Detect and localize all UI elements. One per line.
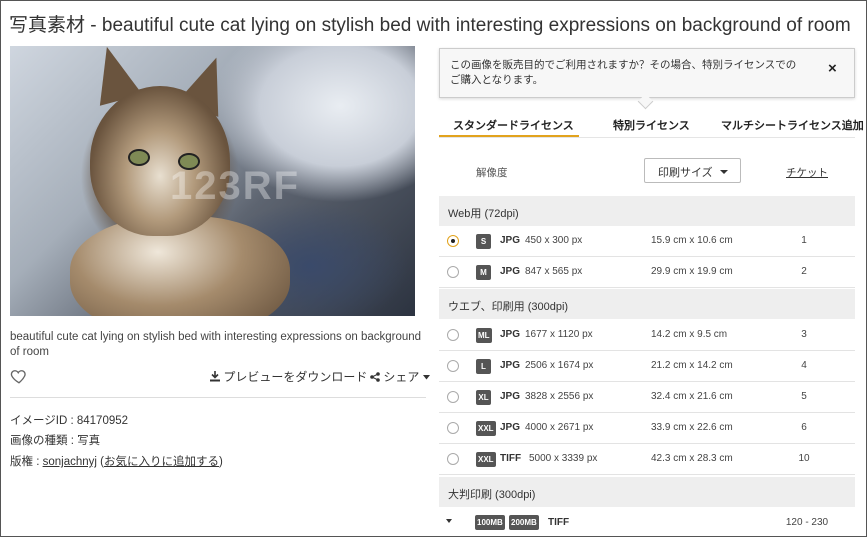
favorite-close-paren: ) xyxy=(218,456,223,468)
size-badge: L xyxy=(476,359,491,374)
format-label: TIFF xyxy=(548,517,570,528)
credits-value: 3 xyxy=(801,329,807,340)
size-badge: M xyxy=(476,265,491,280)
credits-value: 10 xyxy=(798,453,810,464)
group-web-print: ウエブ、印刷用 (300dpi) xyxy=(439,289,855,319)
print-size: 14.2 cm x 9.5 cm xyxy=(651,329,728,340)
print-size-select[interactable]: 印刷サイズ xyxy=(644,158,741,183)
print-size: 42.3 cm x 28.3 cm xyxy=(651,453,733,464)
print-size-value: 印刷サイズ xyxy=(658,167,713,179)
tab-standard-license[interactable]: スタンダードライセンス xyxy=(453,117,574,133)
size-badge: 100MB xyxy=(475,515,505,530)
format-label: JPG xyxy=(500,235,521,246)
size-badge: ML xyxy=(476,328,492,343)
ticket-link[interactable]: チケット xyxy=(786,165,828,180)
share-icon xyxy=(370,372,380,382)
size-radio[interactable] xyxy=(447,422,459,434)
tab-special-license[interactable]: 特別ライセンス xyxy=(613,117,690,133)
size-option-row[interactable]: M JPG 847 x 565 px 29.9 cm x 19.9 cm 2 xyxy=(439,257,855,288)
close-icon[interactable]: × xyxy=(828,60,837,77)
tab-multiseat-license[interactable]: マルチシートライセンス追加 xyxy=(721,117,864,133)
large-print-row[interactable]: 100MB 200MB TIFF 120 - 230 xyxy=(439,509,855,535)
rights-line: 版権 : sonjachnyj (お気に入りに追加する) xyxy=(10,453,223,469)
credits-value: 2 xyxy=(801,266,807,277)
pixel-size: 4000 x 2671 px xyxy=(525,422,594,433)
credits-value: 5 xyxy=(801,391,807,402)
size-radio[interactable] xyxy=(447,266,459,278)
size-radio[interactable] xyxy=(447,453,459,465)
format-label: JPG xyxy=(500,360,521,371)
pixel-size: 450 x 300 px xyxy=(525,235,583,246)
format-label: TIFF xyxy=(500,453,522,464)
group-large-print: 大判印刷 (300dpi) xyxy=(439,477,855,507)
commercial-use-notice: この画像を販売目的でご利用されますか？その場合、特別ライセンスでのご購入となりま… xyxy=(439,48,855,110)
tabs-divider xyxy=(439,137,855,138)
watermark: 123RF xyxy=(170,164,301,208)
credits-value: 1 xyxy=(801,235,807,246)
image-caption: beautiful cute cat lying on stylish bed … xyxy=(10,331,422,358)
cat-head-shape xyxy=(90,86,230,236)
download-preview-button[interactable]: プレビューをダウンロード xyxy=(210,368,367,385)
heart-icon[interactable] xyxy=(10,367,28,385)
share-label: シェア xyxy=(383,370,420,384)
pixel-size: 3828 x 2556 px xyxy=(525,391,594,402)
active-tab-indicator xyxy=(439,135,579,137)
page-title: 写真素材 - beautiful cute cat lying on styli… xyxy=(9,15,851,36)
size-option-row[interactable]: XXL JPG 4000 x 2671 px 33.9 cm x 22.6 cm 6 xyxy=(439,413,855,444)
cat-photo[interactable]: 123RF xyxy=(10,46,415,316)
size-option-row[interactable]: XXL TIFF 5000 x 3339 px 42.3 cm x 28.3 cm 10 xyxy=(439,444,855,475)
pixel-size: 1677 x 1120 px xyxy=(525,329,593,340)
format-label: JPG xyxy=(500,391,521,402)
pixel-size: 847 x 565 px xyxy=(525,266,583,277)
rights-prefix: 版権 : xyxy=(10,456,43,468)
resolution-label: 解像度 xyxy=(476,167,508,179)
size-radio[interactable] xyxy=(447,391,459,403)
size-option-row[interactable]: S JPG 450 x 300 px 15.9 cm x 10.6 cm 1 xyxy=(439,226,855,257)
expand-triangle-icon xyxy=(446,519,452,523)
size-radio[interactable] xyxy=(447,360,459,372)
image-type: 画像の種類 : 写真 xyxy=(10,435,101,447)
size-badge: 200MB xyxy=(509,515,539,530)
credits-value: 120 - 230 xyxy=(785,517,829,528)
add-favorite-link[interactable]: お気に入りに追加する xyxy=(104,456,219,468)
credits-value: 6 xyxy=(801,422,807,433)
credits-value: 4 xyxy=(801,360,807,371)
size-option-row[interactable]: XL JPG 3828 x 2556 px 32.4 cm x 21.6 cm 5 xyxy=(439,382,855,413)
size-badge: S xyxy=(476,234,491,249)
size-badge: XXL xyxy=(476,452,496,467)
print-size: 21.2 cm x 14.2 cm xyxy=(651,360,733,371)
share-button[interactable]: シェア xyxy=(370,368,430,385)
print-size: 33.9 cm x 22.6 cm xyxy=(651,422,733,433)
size-option-row[interactable]: ML JPG 1677 x 1120 px 14.2 cm x 9.5 cm 3 xyxy=(439,320,855,351)
pixel-size: 5000 x 3339 px xyxy=(529,453,598,464)
pixel-size: 2506 x 1674 px xyxy=(525,360,594,371)
format-label: JPG xyxy=(500,266,521,277)
download-preview-label: プレビューをダウンロード xyxy=(223,370,368,384)
cat-eye-shape xyxy=(128,149,150,166)
divider xyxy=(10,397,426,398)
size-badge: XL xyxy=(476,390,491,405)
size-badge: XXL xyxy=(476,421,496,436)
author-link[interactable]: sonjachnyj xyxy=(43,456,97,468)
notice-text: この画像を販売目的でご利用されますか？その場合、特別ライセンスでのご購入となりま… xyxy=(450,59,797,86)
format-label: JPG xyxy=(500,422,521,433)
print-size: 15.9 cm x 10.6 cm xyxy=(651,235,733,246)
print-size: 29.9 cm x 19.9 cm xyxy=(651,266,733,277)
format-label: JPG xyxy=(500,329,521,340)
image-id: イメージID : 84170952 xyxy=(10,415,129,427)
caret-down-icon xyxy=(720,170,728,174)
chevron-down-icon xyxy=(422,375,430,380)
size-radio[interactable] xyxy=(447,329,459,341)
group-web: Web用 (72dpi) xyxy=(439,196,855,226)
size-option-row[interactable]: L JPG 2506 x 1674 px 21.2 cm x 14.2 cm 4 xyxy=(439,351,855,382)
download-icon xyxy=(210,371,220,382)
print-size: 32.4 cm x 21.6 cm xyxy=(651,391,733,402)
size-radio[interactable] xyxy=(447,235,459,247)
